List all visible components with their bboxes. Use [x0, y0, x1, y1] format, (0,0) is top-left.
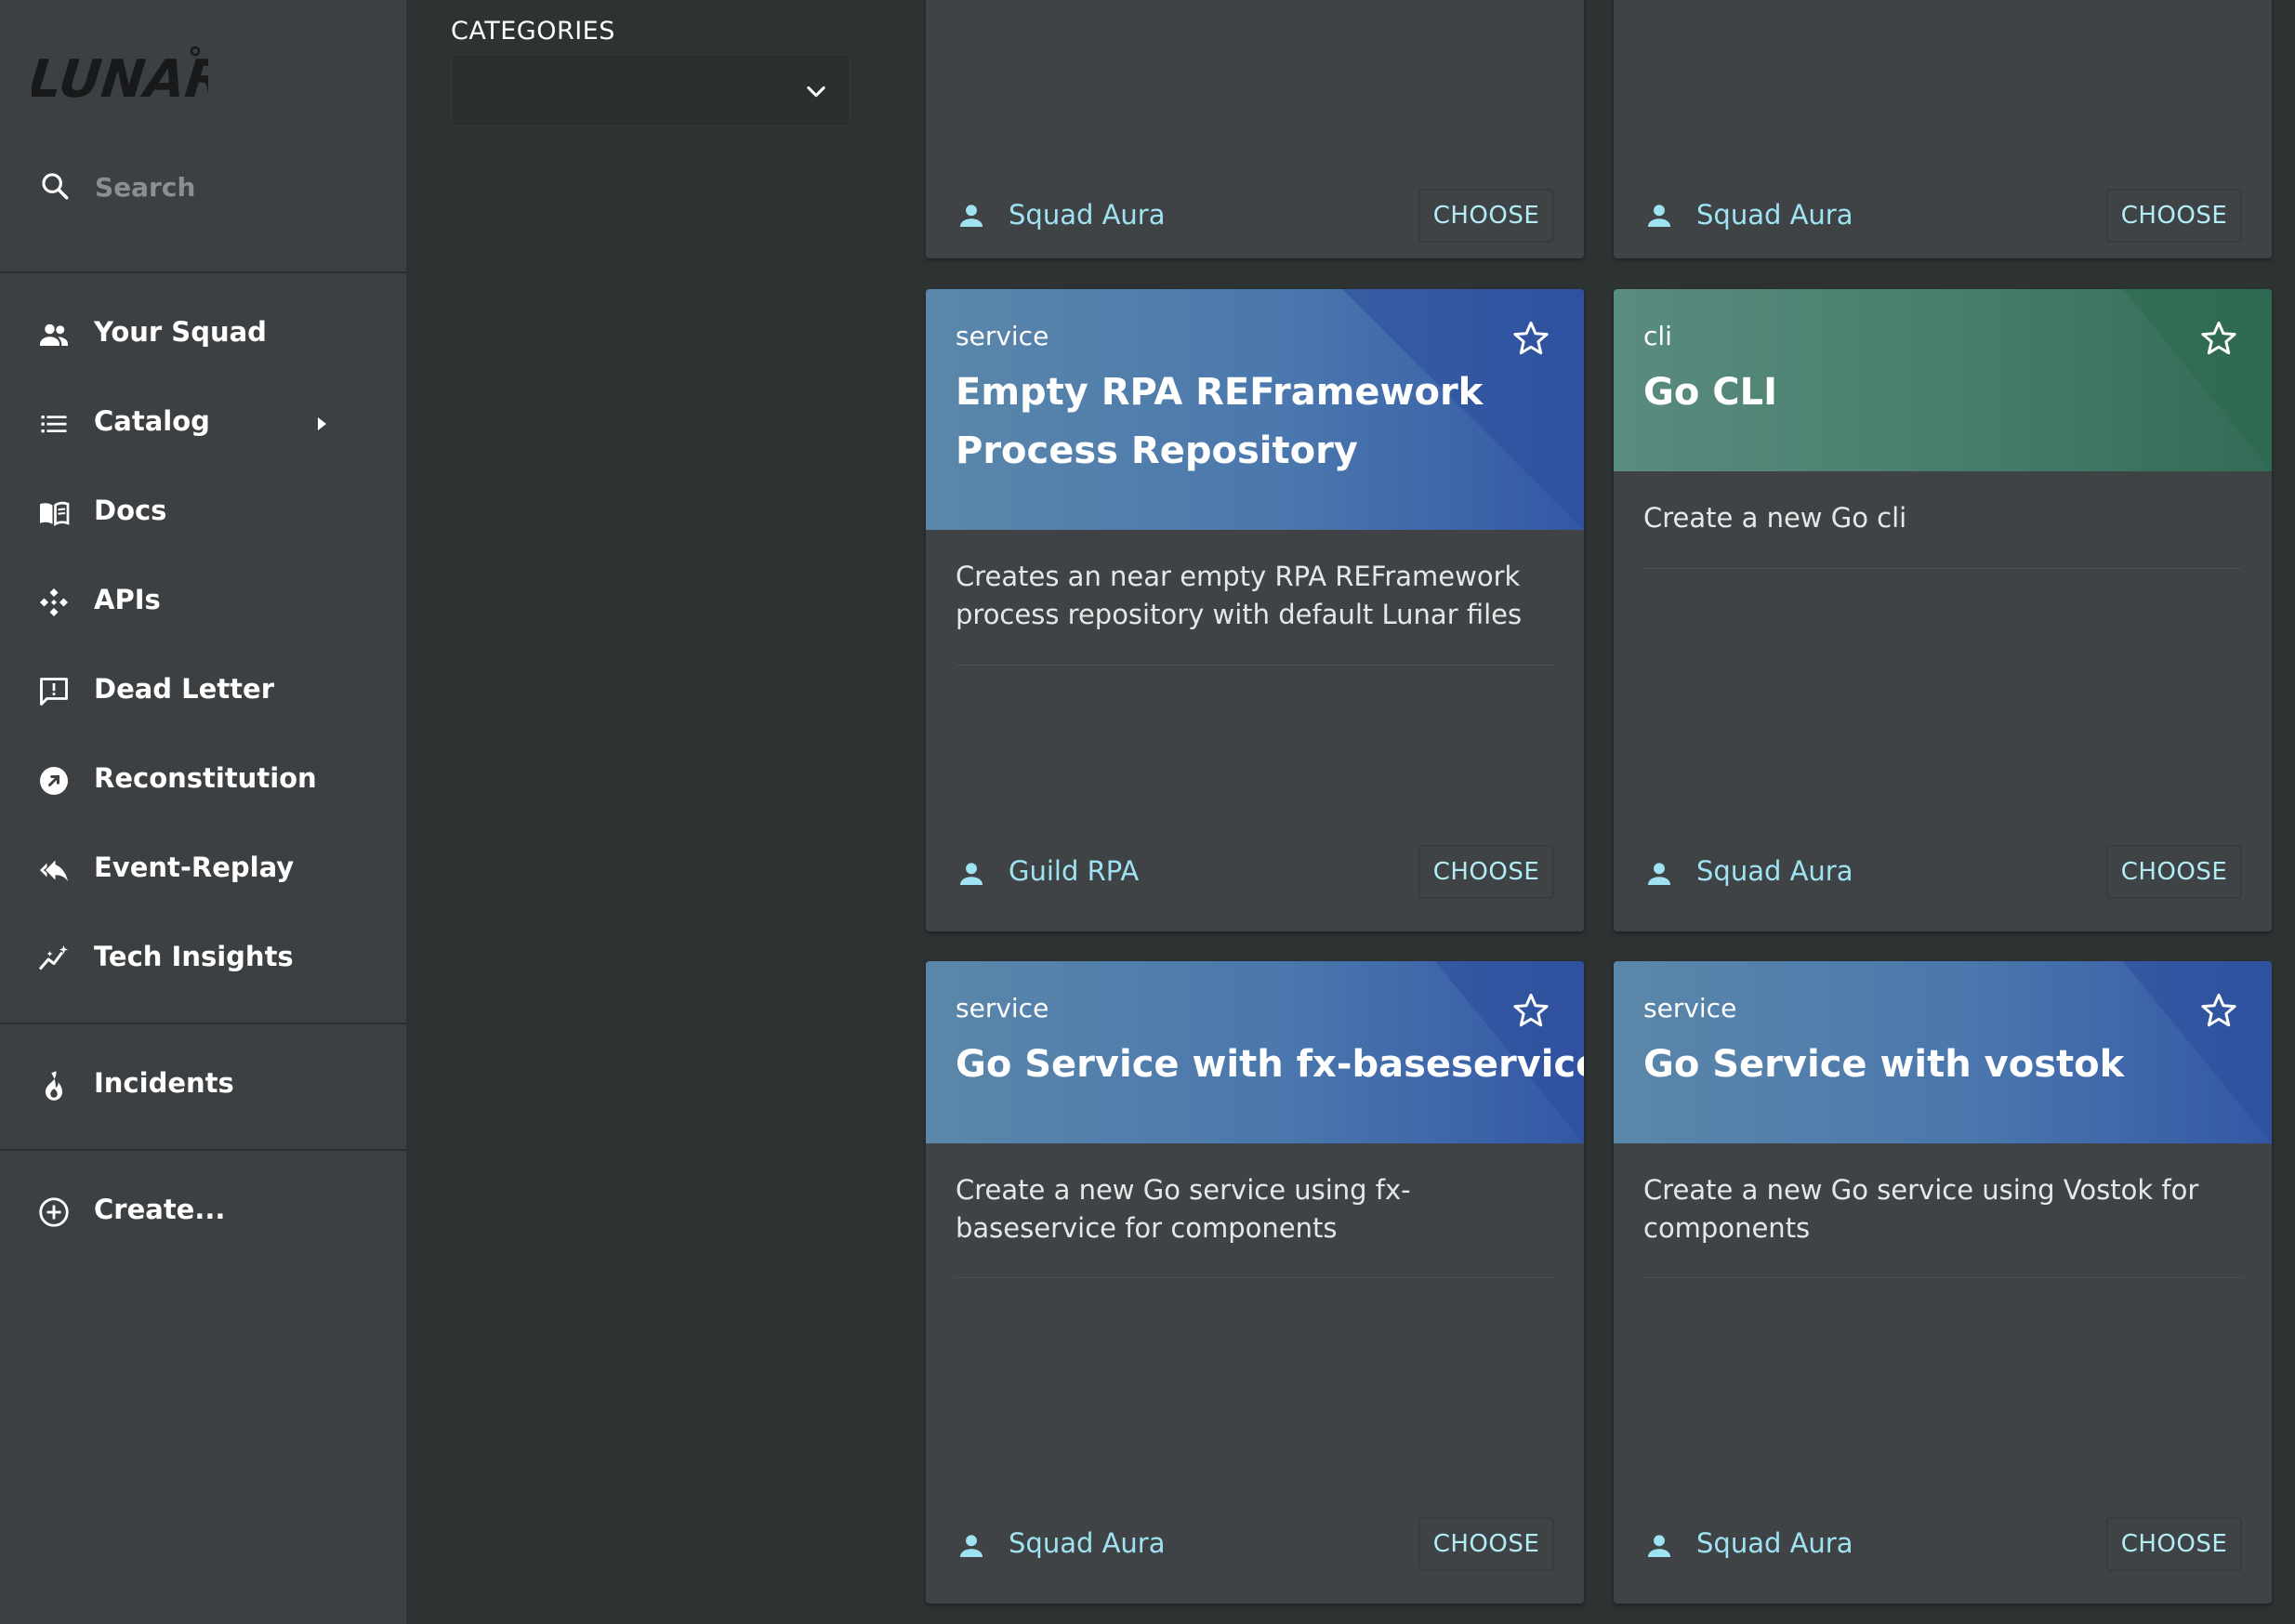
sidebar-item-docs[interactable]: Docs — [0, 476, 406, 550]
owner-name[interactable]: Squad Aura — [1696, 199, 1853, 231]
card-type: service — [1643, 993, 1737, 1023]
fire-icon — [37, 1069, 71, 1102]
sidebar-divider — [0, 271, 406, 273]
card-divider — [956, 1277, 1554, 1278]
card-description: Create a new Go service using Vostok for… — [1643, 1174, 2199, 1244]
book-icon — [37, 496, 71, 530]
add-circle-icon — [37, 1195, 71, 1229]
owner-name[interactable]: Squad Aura — [1696, 1527, 1853, 1559]
sidebar-item-create[interactable]: Create... — [0, 1175, 406, 1249]
person-icon — [1643, 858, 1675, 890]
sidebar-item-dead-letter[interactable]: Dead Letter — [0, 654, 406, 729]
sidebar-item-label: Tech Insights — [94, 941, 294, 972]
card-type: cli — [1643, 321, 1672, 351]
card-title: Go Service with vostok — [1643, 1043, 2125, 1086]
lunar-logo[interactable]: LUNAR — [26, 35, 229, 110]
choose-button[interactable]: CHOOSE — [1418, 189, 1554, 243]
template-card: service Empty RPA REFramework Process Re… — [926, 289, 1584, 931]
sidebar-search[interactable] — [0, 149, 406, 223]
chevron-down-icon — [803, 78, 829, 104]
sidebar-item-apis[interactable]: APIs — [0, 565, 406, 640]
categories-select[interactable] — [451, 54, 851, 126]
template-card: Squad Aura CHOOSE — [1614, 0, 2272, 258]
star-icon[interactable] — [1511, 991, 1550, 1030]
sidebar-divider — [0, 1023, 406, 1024]
card-header: service Go Service with fx-baseservice — [926, 961, 1584, 1143]
choose-button[interactable]: CHOOSE — [2106, 845, 2242, 899]
person-icon — [1643, 200, 1675, 231]
template-card: Squad Aura CHOOSE — [926, 0, 1584, 258]
card-title: Empty RPA REFramework Process Repository — [956, 371, 1484, 472]
card-description: Creates an near empty RPA REFramework pr… — [956, 561, 1523, 630]
search-input[interactable] — [93, 165, 376, 208]
api-icon — [37, 586, 71, 619]
person-icon — [956, 200, 987, 231]
search-icon — [39, 170, 71, 202]
insights-icon — [37, 943, 71, 976]
sidebar-item-reconstitution[interactable]: Reconstitution — [0, 744, 406, 818]
person-icon — [956, 1530, 987, 1562]
owner-name[interactable]: Squad Aura — [1009, 1527, 1166, 1559]
feedback-icon — [37, 675, 71, 708]
sidebar-item-catalog[interactable]: Catalog — [0, 387, 406, 461]
choose-button[interactable]: CHOOSE — [1418, 1517, 1554, 1571]
owner-name[interactable]: Guild RPA — [1009, 855, 1139, 887]
sidebar-item-label: Your Squad — [94, 316, 267, 348]
card-divider — [1643, 568, 2242, 569]
card-divider — [1643, 1277, 2242, 1278]
sidebar-item-tech-insights[interactable]: Tech Insights — [0, 922, 406, 997]
card-description: Create a new Go cli — [1643, 502, 1907, 534]
sidebar-item-label: Create... — [94, 1194, 226, 1225]
sidebar-item-label: Dead Letter — [94, 673, 275, 705]
star-icon[interactable] — [2199, 991, 2238, 1030]
sidebar-item-label: APIs — [94, 584, 161, 615]
svg-text:LUNAR: LUNAR — [32, 49, 208, 110]
list-icon — [37, 407, 71, 441]
card-description: Create a new Go service using fx-baseser… — [956, 1174, 1411, 1244]
card-type: service — [956, 993, 1049, 1023]
sidebar-divider — [0, 1149, 406, 1151]
card-title: Go Service with fx-baseservice — [956, 1043, 1584, 1086]
card-header: service Empty RPA REFramework Process Re… — [926, 289, 1584, 530]
sidebar-item-label: Reconstitution — [94, 762, 317, 794]
choose-button[interactable]: CHOOSE — [1418, 845, 1554, 899]
template-card: service Go Service with vostok Create a … — [1614, 961, 2272, 1604]
card-title: Go CLI — [1643, 371, 1777, 414]
sidebar: LUNAR Your Squad Catalog Docs — [0, 0, 406, 1624]
card-divider — [956, 665, 1554, 666]
person-icon — [1643, 1530, 1675, 1562]
sidebar-item-incidents[interactable]: Incidents — [0, 1049, 406, 1123]
card-header: service Go Service with vostok — [1614, 961, 2272, 1143]
card-type: service — [956, 321, 1049, 351]
sidebar-item-label: Catalog — [94, 405, 210, 437]
categories-label: CATEGORIES — [451, 17, 615, 46]
template-card: service Go Service with fx-baseservice C… — [926, 961, 1584, 1604]
owner-name[interactable]: Squad Aura — [1009, 199, 1166, 231]
template-card: cli Go CLI Create a new Go cli Squad Aur… — [1614, 289, 2272, 931]
sidebar-item-event-replay[interactable]: Event-Replay — [0, 833, 406, 907]
sidebar-item-your-squad[interactable]: Your Squad — [0, 297, 406, 372]
expand-arrow-icon[interactable] — [312, 414, 331, 434]
reply-all-icon — [37, 853, 71, 887]
choose-button[interactable]: CHOOSE — [2106, 189, 2242, 243]
owner-name[interactable]: Squad Aura — [1696, 855, 1853, 887]
people-icon — [37, 318, 71, 351]
sidebar-item-label: Incidents — [94, 1067, 234, 1099]
card-header: cli Go CLI — [1614, 289, 2272, 471]
arrow-circle-icon — [37, 764, 71, 798]
choose-button[interactable]: CHOOSE — [2106, 1517, 2242, 1571]
sidebar-item-label: Docs — [94, 495, 167, 526]
person-icon — [956, 858, 987, 890]
sidebar-item-label: Event-Replay — [94, 852, 295, 883]
star-icon[interactable] — [2199, 319, 2238, 358]
star-icon[interactable] — [1511, 319, 1550, 358]
